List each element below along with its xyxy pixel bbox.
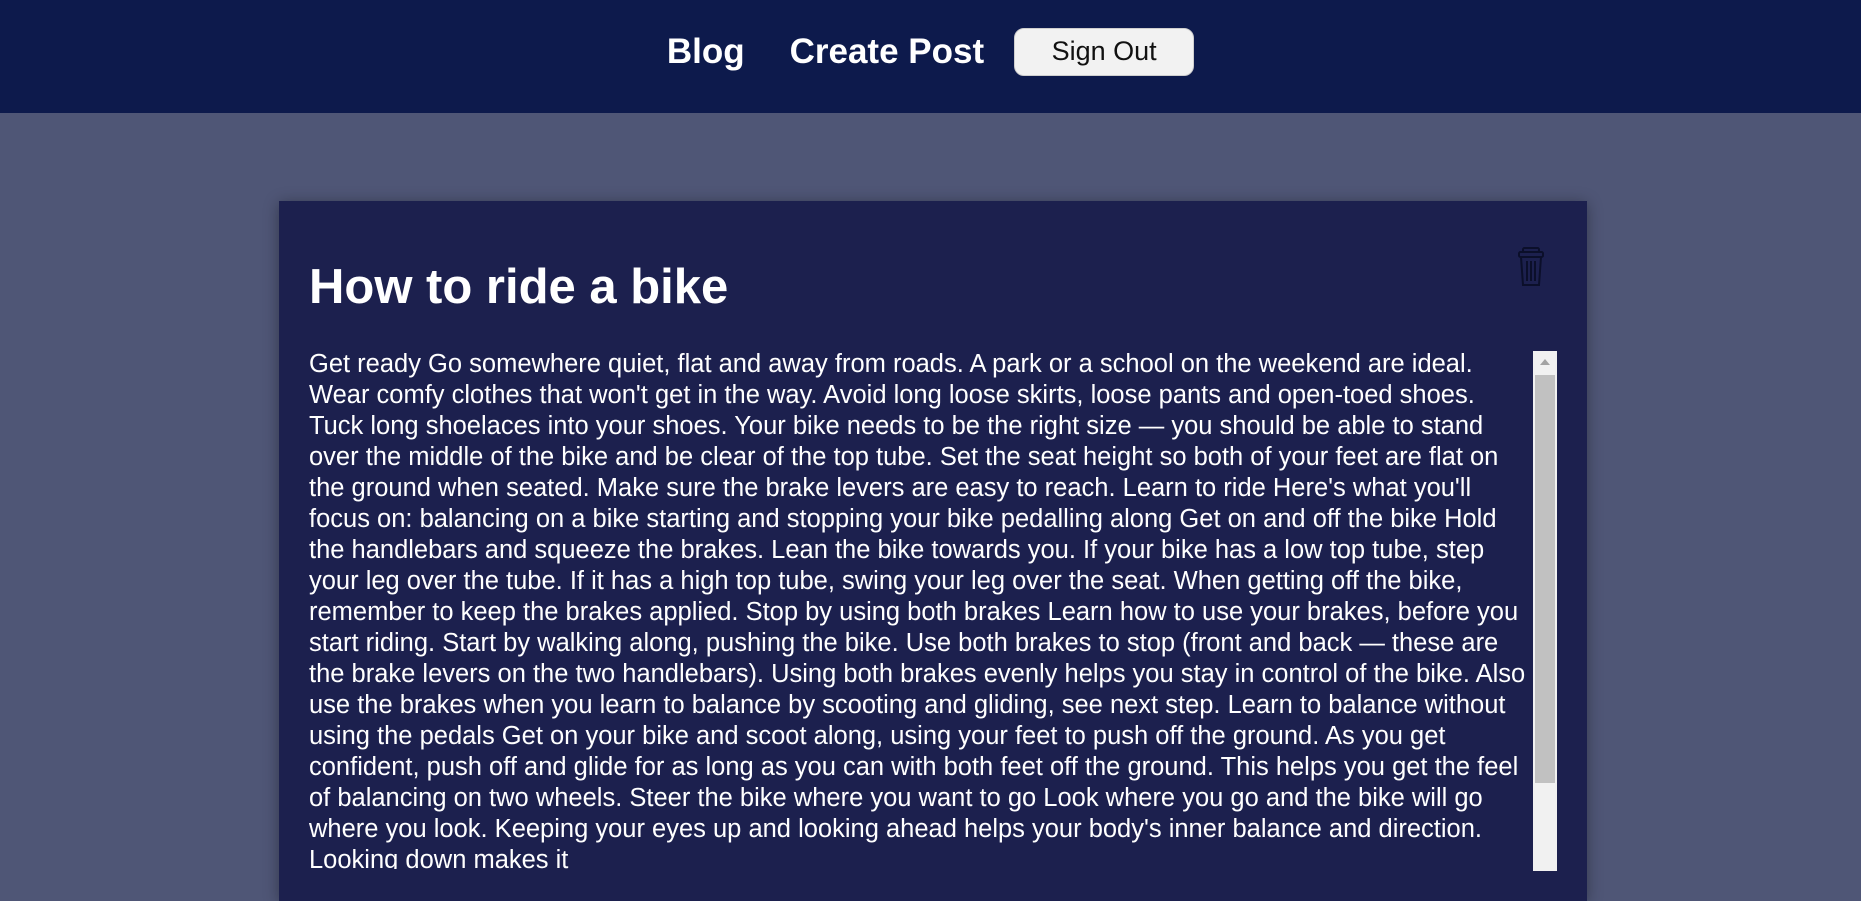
scrollbar-thumb[interactable] (1535, 375, 1555, 783)
nav-link-blog[interactable]: Blog (667, 32, 745, 72)
nav-link-create-post[interactable]: Create Post (790, 32, 985, 72)
post-body-container[interactable]: Get ready Go somewhere quiet, flat and a… (309, 349, 1559, 869)
post-card: How to ride a bike Get ready Go somewher… (279, 201, 1587, 901)
trash-icon-graphic (1518, 247, 1544, 286)
post-body-scrollbar[interactable] (1533, 351, 1557, 871)
trash-icon[interactable] (1517, 247, 1545, 287)
top-navbar: Blog Create Post Sign Out (0, 0, 1861, 113)
nav-links: Blog Create Post Sign Out (667, 27, 1195, 76)
sign-out-button[interactable]: Sign Out (1014, 27, 1195, 76)
post-body: Get ready Go somewhere quiet, flat and a… (309, 350, 1526, 869)
post-title: How to ride a bike (309, 260, 729, 314)
chevron-up-icon[interactable] (1533, 351, 1557, 373)
